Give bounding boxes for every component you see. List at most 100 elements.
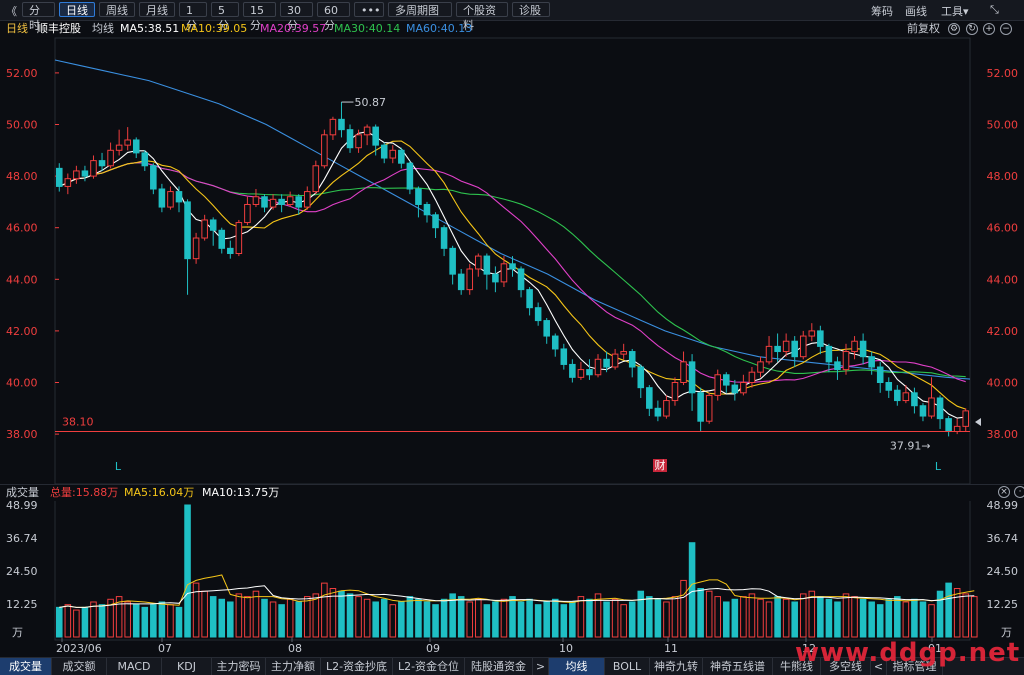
volume-bar: [295, 601, 302, 638]
bottom-tab-7[interactable]: L2-资金仓位: [393, 658, 465, 675]
bottom-tab-3[interactable]: KDJ: [162, 658, 212, 675]
candle-body: [346, 129, 354, 149]
volume-bar: [227, 601, 234, 638]
candle-body: [808, 330, 816, 337]
bottom-tab-11[interactable]: BOLL: [605, 658, 650, 675]
volume-bar: [55, 606, 63, 638]
candle-body: [73, 170, 80, 180]
volume-bar: [209, 596, 217, 638]
volume-bar: [577, 596, 585, 638]
close-icon[interactable]: ×: [998, 486, 1010, 498]
bottom-tab-1[interactable]: 成交额: [52, 658, 107, 675]
candle-body: [637, 366, 645, 389]
candle-body: [825, 345, 833, 363]
volume-bar: [620, 604, 627, 638]
candle-body: [312, 165, 320, 193]
volume-bar: [894, 596, 901, 638]
candle-body: [329, 118, 337, 136]
candle-body: [731, 384, 739, 394]
candle-body: [415, 188, 422, 205]
volume-bar: [64, 604, 72, 638]
volume-bar: [817, 596, 824, 638]
candle-body: [577, 369, 585, 378]
volume-info-row: 成交量 总量:15.88万 MA5:16.04万 MA10:13.75万: [0, 484, 1024, 501]
price-tick-right: 52.00: [987, 67, 1019, 80]
candle-body: [534, 307, 542, 322]
candle-body: [107, 149, 114, 167]
candle-body: [286, 196, 294, 205]
candle-body: [551, 335, 559, 350]
candle-body: [936, 397, 944, 420]
candle-body: [380, 144, 388, 159]
volume-bar: [500, 598, 508, 638]
volume-bar: [646, 596, 653, 638]
bottom-tab-9[interactable]: >: [533, 658, 549, 675]
price-tick-left: 52.00: [6, 67, 38, 80]
bottom-tab-13[interactable]: 神奇五线谱: [703, 658, 773, 675]
candle-body: [611, 353, 619, 368]
candle-body: [132, 139, 140, 154]
volume-bar: [509, 596, 516, 638]
price-tick-right: 40.00: [987, 377, 1019, 390]
kline-chart[interactable]: 52.00 52.00 50.00 50.00 48.00 48.00 46.00 46.00…: [0, 0, 1024, 674]
candle-body: [295, 196, 302, 208]
volume-bar: [774, 596, 781, 638]
bottom-tab-2[interactable]: MACD: [107, 658, 162, 675]
volume-tick-right: 12.25: [987, 598, 1019, 611]
candle-body: [603, 358, 610, 368]
candle-body: [543, 320, 550, 337]
price-tick-right: 46.00: [987, 222, 1019, 235]
volume-bar: [945, 582, 952, 638]
bottom-tab-4[interactable]: 主力密码: [212, 658, 266, 675]
volume-bar: [697, 588, 704, 638]
bottom-tab-12[interactable]: 神奇九转: [650, 658, 703, 675]
volume-bar: [654, 598, 662, 638]
volume-bar: [611, 598, 619, 638]
volume-bar: [688, 542, 696, 638]
candle-body: [81, 170, 89, 177]
volume-bar: [970, 596, 978, 638]
candle-body: [859, 340, 867, 358]
volume-bar: [167, 604, 174, 638]
volume-bar: [492, 601, 499, 638]
bottom-tab-8[interactable]: 陆股通资金: [465, 658, 533, 675]
volume-bar: [90, 601, 97, 638]
volume-bar: [791, 601, 798, 638]
more-icon[interactable]: ·: [1014, 486, 1024, 498]
candle-body: [141, 152, 149, 167]
volume-bar: [201, 590, 208, 638]
volume-bar: [868, 601, 875, 638]
candle-body: [594, 358, 602, 376]
volume-tick-right: 36.74: [987, 532, 1019, 545]
volume-bar: [346, 593, 354, 638]
volume-bar: [73, 609, 80, 638]
candle-body: [817, 330, 824, 347]
ma60-line: [54, 59, 971, 380]
volume-tick-left: 36.74: [6, 532, 38, 545]
volume-bar: [825, 598, 833, 638]
volume-bar: [714, 596, 722, 638]
volume-bar: [244, 596, 251, 638]
candle-body: [517, 268, 525, 291]
candle-body: [269, 198, 277, 208]
candle-body: [748, 371, 756, 383]
candle-body: [885, 382, 893, 391]
candle-body: [723, 374, 730, 386]
candle-body: [654, 407, 662, 417]
bottom-tab-0[interactable]: 成交量: [0, 658, 52, 675]
volume-bar: [483, 604, 491, 638]
candle-body: [175, 191, 183, 203]
candle-body: [774, 345, 781, 353]
bottom-tab-5[interactable]: 主力净额: [266, 658, 321, 675]
bottom-tab-6[interactable]: L2-资金抄底: [321, 658, 393, 675]
volume-bar: [355, 596, 362, 638]
volume-bar: [637, 590, 645, 638]
marker-l-2: L: [935, 460, 942, 473]
candle-body: [962, 410, 970, 427]
candle-body: [620, 351, 627, 355]
candle-body: [671, 382, 679, 402]
bottom-tab-10[interactable]: 均线: [549, 658, 605, 675]
volume-bar: [380, 598, 388, 638]
volume-title: 成交量: [6, 486, 39, 499]
low-label: 37.91→: [890, 439, 931, 452]
